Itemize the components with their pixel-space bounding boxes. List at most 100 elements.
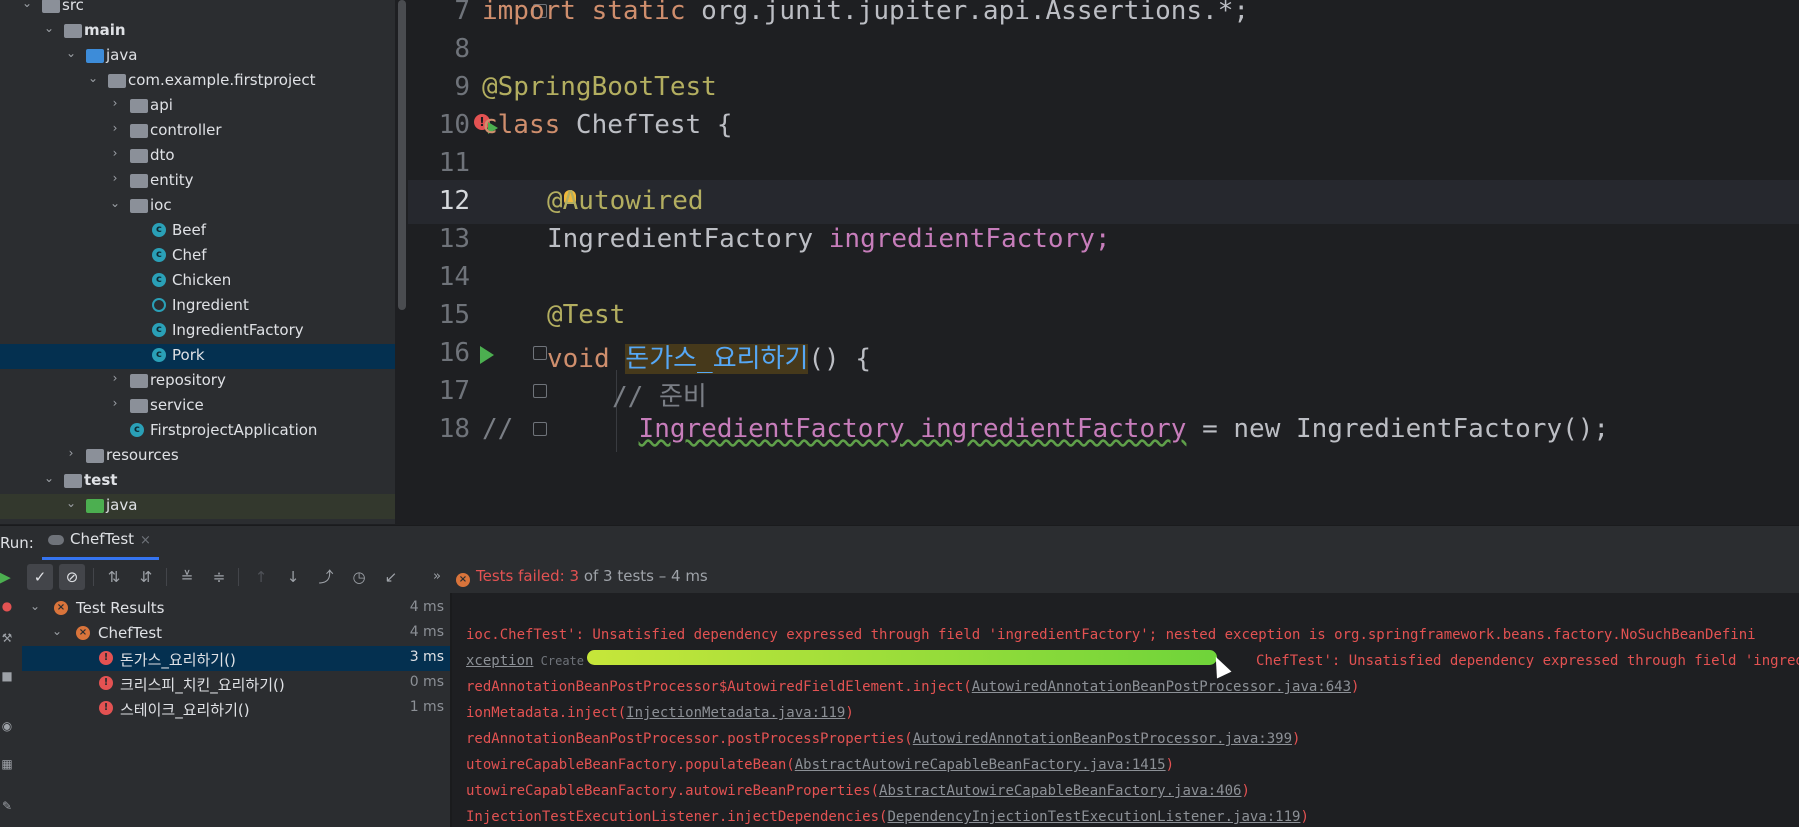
run-tool-window-header: Run: ChefTest × bbox=[0, 525, 1799, 561]
tree-item-label: Ingredient bbox=[172, 296, 249, 314]
test-history-icon[interactable]: ◷ bbox=[346, 564, 372, 590]
chevron-right-icon[interactable]: › bbox=[108, 371, 122, 385]
test-class-cheftest[interactable]: ⌄ × ChefTest 4 ms bbox=[22, 621, 450, 646]
tree-item-label: main bbox=[84, 21, 126, 39]
stack-trace-link[interactable]: AbstractAutowireCapableBeanFactory.java:… bbox=[879, 783, 1241, 799]
chevron-down-icon[interactable]: ⌄ bbox=[86, 71, 100, 85]
fold-icon[interactable] bbox=[533, 346, 547, 360]
chevron-down-icon[interactable]: ⌄ bbox=[64, 496, 78, 510]
tree-item[interactable]: › dto bbox=[0, 144, 395, 169]
chevron-down-icon[interactable]: ⌄ bbox=[108, 196, 122, 210]
wrench-icon[interactable]: ⚒ bbox=[0, 631, 14, 645]
layout-icon[interactable]: ▦ bbox=[0, 757, 14, 771]
tree-item[interactable]: › controller bbox=[0, 119, 395, 144]
highlighter-stroke bbox=[587, 650, 1217, 665]
chevron-down-icon[interactable]: ⌄ bbox=[50, 624, 64, 638]
stack-trace-link[interactable]: AutowiredAnnotationBeanPostProcessor.jav… bbox=[913, 731, 1292, 747]
console-output[interactable]: ioc.ChefTest': Unsatisfied dependency ex… bbox=[452, 593, 1799, 827]
chevron-down-icon[interactable]: ⌄ bbox=[42, 21, 56, 35]
tree-item[interactable]: › entity bbox=[0, 169, 395, 194]
tree-item[interactable]: c Chef bbox=[0, 244, 395, 269]
import-tests-icon[interactable]: ⤴ bbox=[313, 564, 339, 590]
chevron-down-icon[interactable]: ⌄ bbox=[64, 46, 78, 60]
spring-app-icon: c bbox=[130, 423, 144, 437]
test-method-row[interactable]: ! 돈가스_요리하기() 3 ms bbox=[22, 646, 450, 671]
tree-item[interactable]: › resources bbox=[0, 444, 395, 469]
code-text: IngredientFactory ingredientFactory; bbox=[547, 224, 1111, 254]
tree-item[interactable]: ⌄ src bbox=[0, 0, 395, 19]
chevron-down-icon[interactable]: ⌄ bbox=[28, 599, 42, 613]
tree-item[interactable]: › repository bbox=[0, 369, 395, 394]
camera-icon[interactable]: ◉ bbox=[0, 719, 14, 733]
stack-trace-link[interactable]: AutowiredAnnotationBeanPostProcessor.jav… bbox=[972, 679, 1351, 695]
tree-item[interactable]: c IngredientFactory bbox=[0, 319, 395, 344]
sort-alphabetically-icon[interactable]: ⇅ bbox=[101, 564, 127, 590]
project-tree-scrollbar[interactable] bbox=[396, 0, 408, 330]
code-line-18[interactable]: 18 // IngredientFactory ingredientFactor… bbox=[408, 408, 1799, 452]
tree-item[interactable]: c Pork bbox=[0, 344, 395, 369]
show-ignored-icon[interactable]: ⊘ bbox=[59, 564, 85, 590]
collapse-all-icon[interactable]: ≑ bbox=[206, 564, 232, 590]
package-icon bbox=[130, 174, 148, 188]
line-number: 13 bbox=[438, 224, 470, 254]
console-line: redAnnotationBeanPostProcessor.postProce… bbox=[466, 731, 1301, 747]
pin-icon[interactable]: ✎ bbox=[0, 799, 14, 813]
tree-item[interactable]: ⌄ java bbox=[0, 494, 395, 519]
tree-item[interactable]: c Beef bbox=[0, 219, 395, 244]
stop-icon[interactable]: ■ bbox=[0, 669, 14, 683]
tree-item[interactable]: ⌄ ioc bbox=[0, 194, 395, 219]
code-editor[interactable]: 7 import static org.junit.jupiter.api.As… bbox=[408, 0, 1799, 524]
expand-all-icon[interactable]: ≚ bbox=[174, 564, 200, 590]
tree-label: Test Results bbox=[76, 599, 165, 617]
tree-item[interactable]: ⌄ test bbox=[0, 469, 395, 494]
tab-cheftest[interactable]: ChefTest × bbox=[42, 530, 159, 560]
chevron-right-icon[interactable]: › bbox=[108, 121, 122, 135]
tree-item-label: com.example.firstproject bbox=[128, 71, 316, 89]
chevron-right-icon[interactable]: › bbox=[108, 96, 122, 110]
tree-item[interactable]: c Chicken bbox=[0, 269, 395, 294]
previous-failed-icon[interactable]: ↑ bbox=[248, 564, 274, 590]
tree-item-label: repository bbox=[150, 371, 226, 389]
tree-item[interactable]: ⌄ com.example.firstproject bbox=[0, 69, 395, 94]
run-test-icon[interactable] bbox=[480, 346, 494, 364]
chevron-right-icon[interactable]: › bbox=[108, 171, 122, 185]
chevron-down-icon[interactable]: ⌄ bbox=[42, 471, 56, 485]
error-icon[interactable]: ● bbox=[0, 599, 14, 613]
tree-item[interactable]: › api bbox=[0, 94, 395, 119]
close-icon[interactable]: × bbox=[140, 533, 151, 548]
tab-label: ChefTest bbox=[70, 530, 135, 548]
console-line: ioc.ChefTest': Unsatisfied dependency ex… bbox=[466, 627, 1756, 643]
class-icon: c bbox=[152, 223, 166, 237]
stack-trace-link[interactable]: DependencyInjectionTestExecutionListener… bbox=[887, 809, 1300, 825]
stack-trace-link[interactable]: InjectionMetadata.java:119 bbox=[626, 705, 845, 721]
sort-by-duration-icon[interactable]: ⇵ bbox=[133, 564, 159, 590]
test-method-row[interactable]: ! 크리스피_치킨_요리하기() 0 ms bbox=[22, 671, 450, 696]
stack-trace-link[interactable]: AbstractAutowireCapableBeanFactory.java:… bbox=[795, 757, 1166, 773]
tree-item[interactable]: ⌄ main bbox=[0, 19, 395, 44]
test-folder-icon bbox=[86, 499, 104, 513]
test-method-row[interactable]: ! 스테이크_요리하기() 1 ms bbox=[22, 696, 450, 721]
chevron-right-icon[interactable]: › bbox=[108, 146, 122, 160]
export-results-icon[interactable]: ↙ bbox=[378, 564, 404, 590]
test-status: × Tests failed: 3 of 3 tests – 4 ms bbox=[456, 567, 708, 587]
class-icon: c bbox=[152, 323, 166, 337]
scrollbar-thumb[interactable] bbox=[398, 0, 406, 310]
fold-icon[interactable] bbox=[533, 384, 547, 398]
show-passed-icon[interactable]: ✓ bbox=[27, 564, 53, 590]
line-number: 10 bbox=[438, 110, 470, 140]
chevron-down-icon[interactable]: ⌄ bbox=[20, 0, 34, 10]
test-results-root[interactable]: ⌄ × Test Results 4 ms bbox=[22, 596, 450, 621]
console-line: InjectionTestExecutionListener.injectDep… bbox=[466, 809, 1309, 825]
tree-item[interactable]: Ingredient bbox=[0, 294, 395, 319]
package-icon bbox=[108, 74, 126, 88]
tree-item-label: FirstprojectApplication bbox=[150, 421, 318, 439]
line-number: 12 bbox=[438, 186, 470, 216]
more-icon[interactable]: » bbox=[424, 564, 450, 590]
next-failed-icon[interactable]: ↓ bbox=[280, 564, 306, 590]
tree-item[interactable]: c FirstprojectApplication bbox=[0, 419, 395, 444]
tree-item[interactable]: ⌄ java bbox=[0, 44, 395, 69]
chevron-right-icon[interactable]: › bbox=[64, 446, 78, 460]
chevron-right-icon[interactable]: › bbox=[108, 396, 122, 410]
tree-item[interactable]: › service bbox=[0, 394, 395, 419]
rerun-icon[interactable]: ▶ bbox=[0, 564, 18, 590]
